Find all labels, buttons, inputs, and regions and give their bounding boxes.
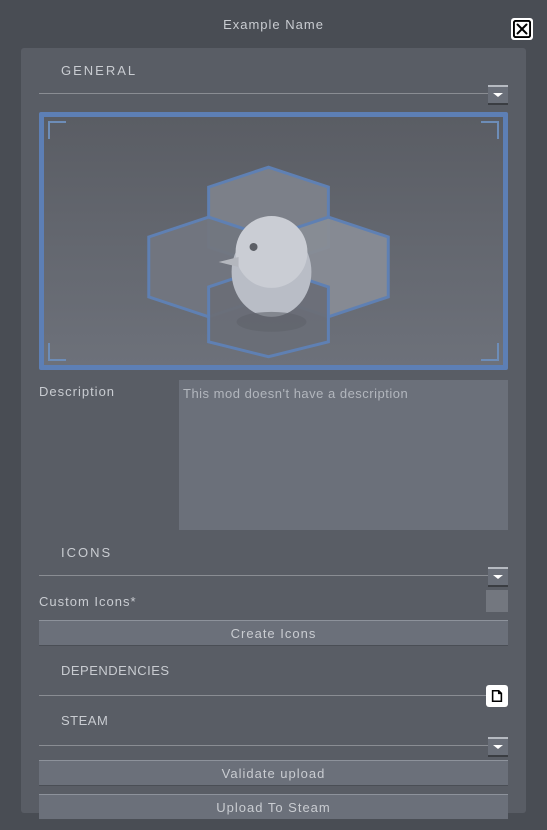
upload-steam-label: Upload To Steam [216,800,331,815]
custom-icons-checkbox[interactable] [486,590,508,612]
section-label-icons: ICONS [61,545,112,560]
section-header-steam: STEAM [39,696,508,746]
validate-upload-button[interactable]: Validate upload [39,760,508,786]
custom-icons-row: Custom Icons* [39,590,508,612]
section-header-dependencies: DEPENDENCIES [39,646,508,696]
create-icons-button[interactable]: Create Icons [39,620,508,646]
section-header-icons: ICONS [39,530,508,576]
section-header-general: GENERAL [39,48,508,94]
section-label-steam: STEAM [61,713,108,728]
preview-illustration [44,117,503,365]
close-icon [513,20,531,38]
section-label-general: GENERAL [61,63,137,78]
create-icons-label: Create Icons [231,626,317,641]
description-row: Description [39,380,508,530]
title-bar: Example Name [0,0,547,48]
close-button[interactable] [511,18,533,40]
description-input[interactable] [179,380,508,530]
upload-dialog: Example Name GENERAL [0,0,547,830]
main-panel: GENERAL [21,48,526,813]
mod-preview-image[interactable] [44,117,503,365]
upload-steam-button[interactable]: Upload To Steam [39,794,508,820]
collapse-toggle-icons[interactable] [488,567,508,587]
description-label: Description [39,380,179,530]
preview-container [39,112,508,370]
section-label-dependencies: DEPENDENCIES [61,663,170,678]
chevron-down-icon [492,743,504,751]
chevron-down-icon [492,91,504,99]
collapse-toggle-general[interactable] [488,85,508,105]
chevron-down-icon [492,573,504,581]
custom-icons-label: Custom Icons* [39,594,137,609]
window-title: Example Name [223,17,324,32]
validate-upload-label: Validate upload [222,766,326,781]
collapse-toggle-steam[interactable] [488,737,508,757]
